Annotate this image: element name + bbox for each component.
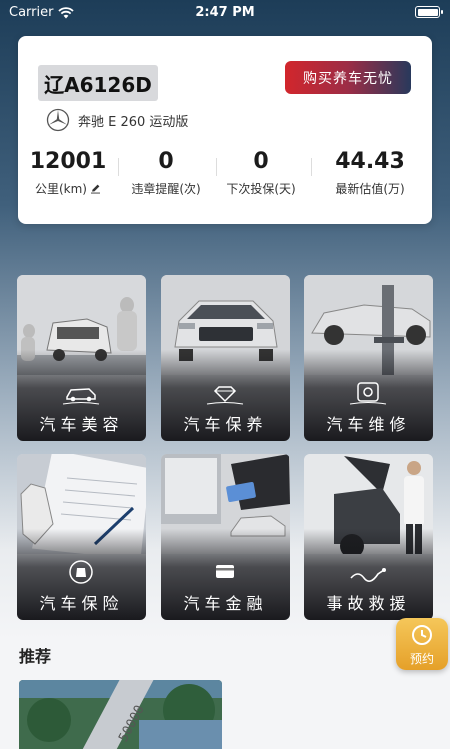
clock: 2:47 PM — [195, 5, 255, 20]
booking-label: 预约 — [409, 652, 434, 666]
license-plate: 辽A6126D — [38, 65, 158, 101]
recommend-title: 推荐 — [19, 647, 52, 666]
tow-icon — [350, 568, 386, 582]
service-label: 汽车保险 — [39, 594, 124, 613]
service-finance[interactable]: 汽车金融 — [161, 454, 290, 620]
card-icon — [216, 565, 234, 578]
service-label: 事故救援 — [326, 594, 411, 613]
stat-valuation[interactable]: 44.43 最新估值(万) — [320, 148, 420, 197]
stat-divider — [311, 158, 312, 176]
vehicle-stats: 12001 公里(km) 0 违章提醒(次) 0 下次投保(天) 44.43 最… — [18, 148, 432, 204]
status-bar: Carrier 2:47 PM — [0, 0, 450, 26]
service-label: 汽车美容 — [39, 415, 124, 434]
service-maintenance[interactable]: 汽车保养 — [161, 275, 290, 441]
recommend-banner[interactable]: 50000 — [19, 680, 222, 749]
vehicle-card[interactable]: 辽A6126D 购买养车无忧 奔驰 E 260 运动版 12001 公里(km)… — [18, 36, 432, 224]
service-repair[interactable]: 汽车维修 — [304, 275, 433, 441]
vehicle-model: 奔驰 E 260 运动版 — [78, 114, 189, 130]
stat-label: 下次投保(天) — [226, 182, 296, 196]
stat-value: 44.43 — [335, 149, 405, 174]
edit-icon[interactable] — [90, 183, 101, 194]
car-wash-icon — [62, 388, 100, 405]
stat-label: 违章提醒(次) — [131, 182, 201, 196]
service-rescue[interactable]: 事故救援 — [304, 454, 433, 620]
banner-image: 50000 — [19, 680, 222, 749]
diamond-icon — [206, 386, 244, 405]
booking-button[interactable]: 预约 — [396, 618, 448, 670]
battery-icon — [415, 6, 443, 18]
service-label: 汽车维修 — [326, 415, 411, 434]
stat-label: 公里(km) — [34, 182, 87, 196]
stat-value: 0 — [158, 149, 174, 174]
stat-insurance[interactable]: 0 下次投保(天) — [211, 148, 311, 197]
stat-label: 最新估值(万) — [335, 182, 405, 196]
buy-carefree-button[interactable]: 购买养车无忧 — [285, 61, 411, 94]
service-label: 汽车保养 — [183, 415, 268, 434]
service-insurance[interactable]: 汽车保险 — [17, 454, 146, 620]
stat-value: 12001 — [29, 149, 107, 174]
shield-car-icon — [69, 560, 93, 584]
clock-icon — [412, 625, 432, 645]
service-car-wash[interactable]: 汽车美容 — [17, 275, 146, 441]
repair-icon — [349, 382, 387, 405]
stat-value: 0 — [253, 149, 269, 174]
stat-mileage[interactable]: 12001 公里(km) — [18, 148, 118, 197]
mercedes-logo-icon — [46, 108, 70, 132]
service-label: 汽车金融 — [183, 594, 268, 613]
stat-violations[interactable]: 0 违章提醒(次) — [116, 148, 216, 197]
vehicle-model-row: 奔驰 E 260 运动版 — [46, 108, 188, 132]
